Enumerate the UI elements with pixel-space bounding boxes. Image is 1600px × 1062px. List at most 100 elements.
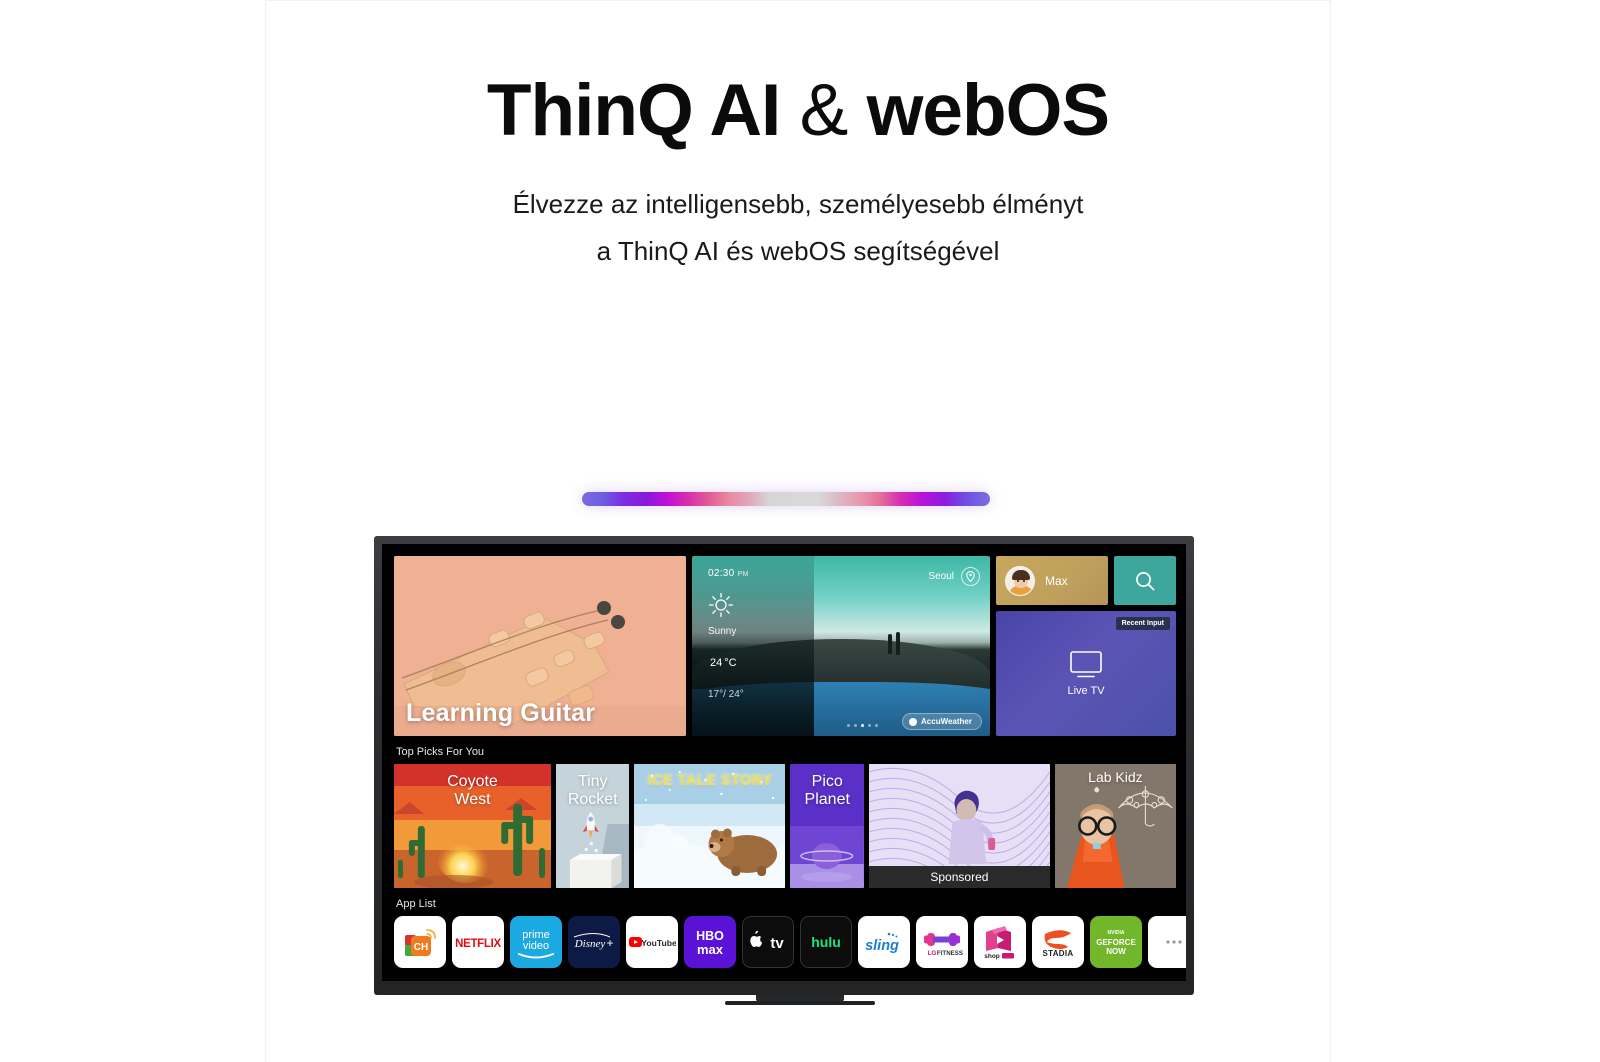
top-pick-title-ice-tale-story: ICE TALE STORY: [647, 772, 773, 789]
top-pick-title-tiny-rocket: Tiny Rocket: [556, 773, 630, 809]
profile-and-search-row: Max: [996, 556, 1176, 605]
home-right-column: Max Recent Input Live TV: [996, 556, 1176, 736]
netflix-icon: NETFLIX: [455, 938, 501, 950]
svg-text:sling: sling: [865, 938, 899, 954]
profile-tile[interactable]: Max: [996, 556, 1108, 605]
app-tile-apple-tv[interactable]: tv: [742, 916, 794, 968]
app-list-row: CH NETFLIX prime video Disney + YouTube …: [394, 916, 1186, 968]
app-tile-hulu[interactable]: hulu: [800, 916, 852, 968]
home-top-row: Learning Guitar 02:30 PM Sunny 24 °C 17°…: [394, 556, 1176, 736]
svg-text:hulu: hulu: [811, 934, 841, 950]
live-tv-tile[interactable]: Recent Input Live TV: [996, 611, 1176, 736]
weather-tree-left: [888, 634, 892, 654]
hero-tile-label: Learning Guitar: [406, 699, 596, 727]
lg-fitness-icon: LG FITNESS: [924, 933, 963, 957]
tv-screen-bottom-edge: [382, 976, 1186, 981]
weather-dot-4[interactable]: [867, 724, 871, 727]
svg-text:HBO: HBO: [696, 929, 724, 943]
weather-temperature-value: 24: [710, 657, 723, 669]
decorative-gradient-bar: [582, 492, 990, 506]
hbo-max-icon: HBO max: [696, 929, 724, 957]
weather-time-value: 02:30: [708, 568, 735, 579]
weather-pagination-dots[interactable]: [846, 724, 878, 727]
recent-input-badge: Recent Input: [1115, 617, 1170, 630]
more-apps-icon: [1166, 940, 1182, 944]
weather-dot-2[interactable]: [853, 724, 857, 727]
app-tile-stadia[interactable]: STADIA: [1032, 916, 1084, 968]
top-pick-card-sponsored[interactable]: Sponsored: [869, 764, 1050, 888]
search-button[interactable]: [1114, 556, 1176, 605]
sling-tv-icon: sling: [865, 932, 899, 954]
svg-text:shop: shop: [984, 953, 1000, 960]
prime-video-icon: prime video: [518, 929, 554, 959]
accuweather-badge[interactable]: AccuWeather: [902, 713, 982, 730]
top-pick-card-ice-tale-story[interactable]: ICE TALE STORY: [634, 764, 786, 888]
weather-dot-3-active[interactable]: [860, 724, 864, 727]
sun-icon: [708, 592, 814, 623]
weather-widget[interactable]: 02:30 PM Sunny 24 °C 17°/ 24° Seoul Accu…: [692, 556, 990, 736]
tv-screen: Learning Guitar 02:30 PM Sunny 24 °C 17°…: [382, 544, 1186, 981]
page-title: ThinQ AI & webOS: [265, 70, 1331, 151]
weather-range: 17°/ 24°: [708, 689, 744, 700]
webos-home-ui: Learning Guitar 02:30 PM Sunny 24 °C 17°…: [382, 544, 1186, 981]
page-title-part2: webOS: [847, 70, 1110, 151]
svg-text:FITNESS: FITNESS: [937, 950, 963, 957]
weather-location[interactable]: Seoul: [928, 567, 980, 586]
app-tile-netflix[interactable]: NETFLIX: [452, 916, 504, 968]
svg-text:Disney: Disney: [574, 938, 606, 950]
coyote-title-line1: Coyote: [447, 773, 498, 790]
lg-shop-icon: shop: [984, 926, 1014, 960]
top-pick-card-coyote-west[interactable]: Coyote West: [394, 764, 551, 888]
app-tile-prime-video[interactable]: prime video: [510, 916, 562, 968]
accuweather-label: AccuWeather: [921, 717, 972, 726]
svg-text:STADIA: STADIA: [1043, 949, 1074, 958]
weather-condition: Sunny: [708, 626, 737, 637]
svg-text:YouTube: YouTube: [641, 938, 676, 948]
stadia-icon: STADIA: [1043, 930, 1074, 958]
svg-text:GEFORCE: GEFORCE: [1096, 938, 1136, 947]
weather-details: 02:30 PM Sunny 24 °C 17°/ 24°: [692, 556, 814, 736]
top-pick-title-pico-planet: Pico Planet: [790, 773, 864, 809]
page-subtitle-line1: Élvezze az intelligensebb, személyesebb …: [512, 188, 1084, 219]
weather-time-meridiem: PM: [737, 571, 749, 578]
app-tile-ch[interactable]: CH: [394, 916, 446, 968]
weather-time: 02:30 PM: [708, 568, 814, 579]
top-pick-card-lab-kidz[interactable]: Lab Kidz: [1054, 764, 1177, 888]
pico-title-line1: Pico: [811, 773, 843, 790]
app-tile-sling[interactable]: sling: [858, 916, 910, 968]
weather-temperature-unit: °C: [724, 657, 737, 669]
svg-text:max: max: [697, 942, 724, 957]
page-subtitle: Élvezze az intelligensebb, személyesebb …: [265, 181, 1331, 276]
app-tile-lg-shop[interactable]: shop: [974, 916, 1026, 968]
app-tile-disney-plus[interactable]: Disney +: [568, 916, 620, 968]
top-pick-card-pico-planet[interactable]: Pico Planet: [790, 764, 864, 888]
ch-broadcast-icon: CH: [405, 929, 436, 956]
app-tile-lg-fitness[interactable]: LG FITNESS: [916, 916, 968, 968]
app-tile-geforce-now[interactable]: NVIDIA GEFORCE NOW: [1090, 916, 1142, 968]
tv-device-frame: Learning Guitar 02:30 PM Sunny 24 °C 17°…: [374, 536, 1194, 995]
svg-text:video: video: [523, 940, 549, 952]
top-pick-card-tiny-rocket[interactable]: Tiny Rocket: [555, 764, 630, 888]
hero-section: ThinQ AI & webOS Élvezze az intelligense…: [265, 0, 1331, 275]
svg-text:NVIDIA: NVIDIA: [1108, 930, 1125, 936]
tiny-title-line2: Rocket: [567, 790, 618, 808]
geforce-now-icon: NVIDIA GEFORCE NOW: [1096, 930, 1136, 956]
profile-name: Max: [1045, 573, 1068, 588]
app-tile-more[interactable]: [1148, 916, 1186, 968]
top-picks-row: Coyote West Tiny Rocket ICE TALE STORY P…: [394, 764, 1177, 888]
hulu-icon: hulu: [811, 934, 841, 950]
disney-plus-icon: Disney +: [574, 933, 614, 950]
page-title-ampersand: &: [799, 70, 849, 151]
weather-dot-1[interactable]: [846, 724, 850, 727]
app-tile-youtube[interactable]: YouTube: [626, 916, 678, 968]
weather-dot-5[interactable]: [874, 724, 878, 727]
avatar: [1005, 565, 1035, 596]
pico-title-line2: Planet: [804, 790, 850, 808]
tiny-title-line1: Tiny: [577, 773, 608, 790]
sponsored-badge: Sponsored: [869, 866, 1050, 888]
hero-content-tile[interactable]: Learning Guitar: [394, 556, 686, 736]
app-tile-hbo-max[interactable]: HBO max: [684, 916, 736, 968]
page-title-part1: ThinQ AI: [486, 70, 800, 151]
svg-text:CH: CH: [414, 942, 428, 953]
svg-text:NETFLIX: NETFLIX: [455, 938, 501, 950]
